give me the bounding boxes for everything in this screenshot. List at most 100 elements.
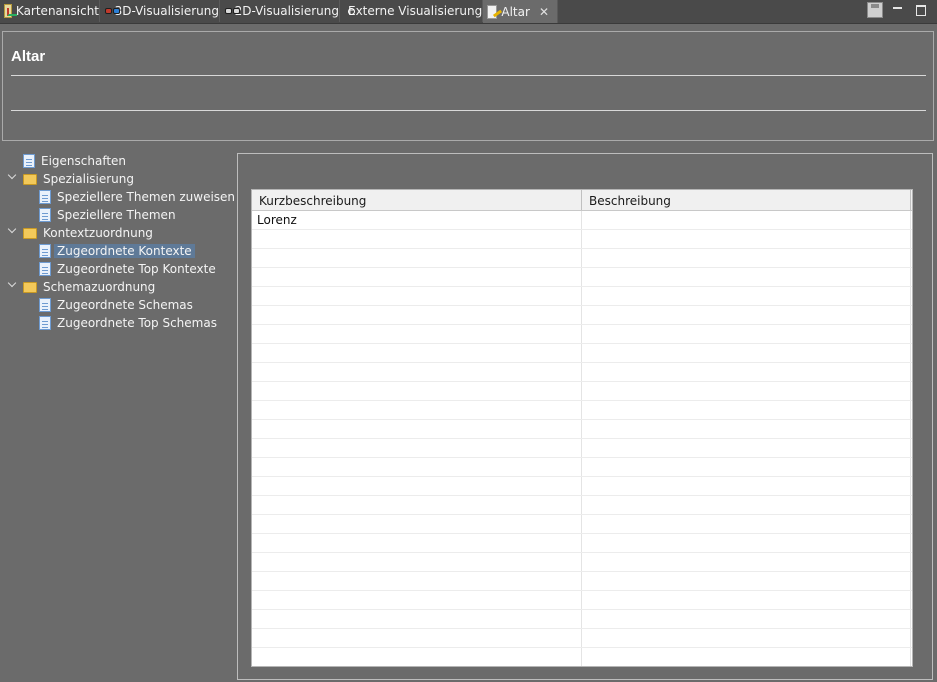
empty-table-row <box>252 572 912 591</box>
tab-label: Kartenansicht <box>15 4 99 18</box>
empty-table-row <box>252 591 912 610</box>
empty-cell <box>582 648 911 666</box>
empty-table-row <box>252 382 912 401</box>
empty-table-row <box>252 458 912 477</box>
empty-cell <box>582 249 911 267</box>
tree-item-schemazuordnung[interactable]: Schemazuordnung <box>23 278 155 296</box>
table-header: Kurzbeschreibung Beschreibung <box>252 190 912 211</box>
empty-table-row <box>252 249 912 268</box>
empty-cell <box>582 629 911 647</box>
divider <box>11 75 926 76</box>
chevron-down-icon[interactable] <box>8 280 16 288</box>
tree-item-speziellere-themen[interactable]: Speziellere Themen <box>39 206 176 224</box>
empty-cell <box>252 401 582 419</box>
empty-cell <box>252 382 582 400</box>
empty-cell <box>582 515 911 533</box>
tree-item-speziellere-themen-zuweisen[interactable]: Speziellere Themen zuweisen <box>39 188 235 206</box>
empty-cell <box>252 230 582 248</box>
form-header: Altar <box>2 31 934 141</box>
tree-item-label: Speziellere Themen zuweisen <box>57 190 236 204</box>
empty-cell <box>252 610 582 628</box>
empty-cell <box>252 306 582 324</box>
empty-cell <box>582 572 911 590</box>
tree-item-kontextzuordnung[interactable]: Kontextzuordnung <box>23 224 153 242</box>
empty-table-row <box>252 439 912 458</box>
empty-cell <box>252 515 582 533</box>
folder-icon <box>23 227 37 239</box>
empty-table-row <box>252 477 912 496</box>
empty-cell <box>252 591 582 609</box>
empty-cell <box>252 553 582 571</box>
divider <box>11 110 926 111</box>
save-icon[interactable] <box>867 2 883 18</box>
document-icon <box>39 190 51 204</box>
empty-cell <box>252 344 582 362</box>
chevron-down-icon[interactable] <box>8 172 16 180</box>
tab-2d-visualisierung[interactable]: 2D-Visualisierung <box>220 0 340 22</box>
empty-cell <box>582 344 911 362</box>
empty-cell <box>252 439 582 457</box>
empty-table-row <box>252 629 912 648</box>
tree-item-zugeordnete-top-schemas[interactable]: Zugeordnete Top Schemas <box>39 314 217 332</box>
empty-table-row <box>252 553 912 572</box>
table-body: Lorenz <box>252 211 912 666</box>
chevron-down-icon[interactable] <box>8 226 16 234</box>
empty-cell <box>252 420 582 438</box>
editor-icon <box>487 4 498 19</box>
minimize-icon[interactable] <box>890 2 906 18</box>
empty-cell <box>582 363 911 381</box>
maximize-icon[interactable] <box>913 2 929 18</box>
content-panel: Kurzbeschreibung Beschreibung Lorenz <box>237 153 933 680</box>
empty-table-row <box>252 325 912 344</box>
tree-item-label: Spezialisierung <box>43 172 135 186</box>
tree-item-zugeordnete-top-kontexte[interactable]: Zugeordnete Top Kontexte <box>39 260 216 278</box>
column-header-kurzbeschreibung[interactable]: Kurzbeschreibung <box>252 190 582 210</box>
empty-cell <box>582 534 911 552</box>
empty-cell <box>582 591 911 609</box>
empty-cell <box>582 420 911 438</box>
table-cell-kurzbeschreibung: Lorenz <box>252 211 582 229</box>
document-icon <box>39 262 51 276</box>
empty-cell <box>252 572 582 590</box>
empty-cell <box>582 325 911 343</box>
table-row[interactable]: Lorenz <box>252 211 912 230</box>
empty-cell <box>582 230 911 248</box>
contexts-table[interactable]: Kurzbeschreibung Beschreibung Lorenz <box>251 189 913 667</box>
empty-table-row <box>252 515 912 534</box>
empty-cell <box>252 534 582 552</box>
empty-table-row <box>252 610 912 629</box>
document-icon <box>39 316 51 330</box>
column-header-beschreibung[interactable]: Beschreibung <box>582 190 911 210</box>
empty-cell <box>582 477 911 495</box>
empty-table-row <box>252 534 912 553</box>
empty-table-row <box>252 344 912 363</box>
close-icon[interactable]: ✕ <box>539 5 549 19</box>
tab-externe-visualisierung[interactable]: Externe Visualisierung <box>340 0 483 22</box>
empty-cell <box>252 496 582 514</box>
tree-item-zugeordnete-kontexte[interactable]: Zugeordnete Kontexte <box>39 242 195 260</box>
tree-item-spezialisierung[interactable]: Spezialisierung <box>23 170 134 188</box>
empty-cell <box>582 306 911 324</box>
tab-kartenansicht[interactable]: Kartenansicht <box>0 0 100 22</box>
tree-item-label: Zugeordnete Top Kontexte <box>57 262 216 276</box>
empty-cell <box>582 439 911 457</box>
empty-cell <box>252 477 582 495</box>
empty-cell <box>252 458 582 476</box>
folder-icon <box>23 281 37 293</box>
empty-cell <box>582 382 911 400</box>
navigation-tree: Eigenschaften Spezialisierung Spezieller… <box>0 151 235 682</box>
document-icon <box>39 298 51 312</box>
tree-item-label: Zugeordnete Schemas <box>57 298 193 312</box>
empty-cell <box>252 325 582 343</box>
tree-item-eigenschaften[interactable]: Eigenschaften <box>23 152 126 170</box>
tab-altar[interactable]: Altar ✕ <box>483 0 558 23</box>
document-icon <box>39 244 51 258</box>
empty-table-row <box>252 420 912 439</box>
empty-table-row <box>252 230 912 249</box>
tree-item-zugeordnete-schemas[interactable]: Zugeordnete Schemas <box>39 296 193 314</box>
tab-3d-visualisierung[interactable]: 3D-Visualisierung <box>100 0 220 22</box>
empty-table-row <box>252 268 912 287</box>
tree-item-label: Schemazuordnung <box>43 280 156 294</box>
tree-item-label: Speziellere Themen <box>57 208 176 222</box>
tab-label: Altar <box>501 4 530 19</box>
